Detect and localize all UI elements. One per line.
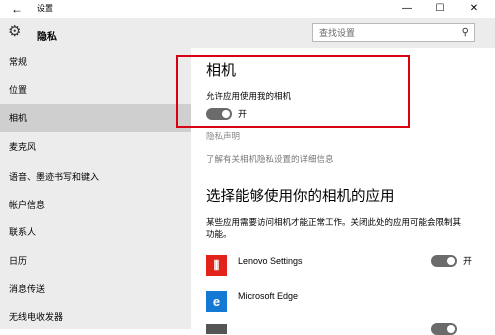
toggle-knob [447,257,455,265]
close-button[interactable]: ✕ [459,0,489,18]
toggle-knob [447,325,455,333]
privacy-statement-link[interactable]: 隐私声明 [206,131,240,141]
sidebar-item-calendar[interactable]: 日历 [0,247,191,275]
app-toggle-partial[interactable] [431,323,457,335]
lenovo-settings-toggle-state: 开 [463,256,473,266]
maximize-button[interactable]: ☐ [425,0,455,18]
minimize-button[interactable]: — [392,0,422,18]
sidebar-item-radios[interactable]: 无线电收发器 [0,303,191,331]
app-name-microsoft-edge: Microsoft Edge [238,291,299,301]
sidebar-title: 隐私 [37,32,57,43]
apps-section-description: 某些应用需要访问相机才能正常工作。关闭此处的应用可能会限制其功能。 [206,217,462,239]
gear-icon: ⚙ [8,23,22,40]
sidebar-item-contacts[interactable]: 联系人 [0,218,191,246]
app-icon-partial [206,324,227,334]
sidebar: ⚙ 隐私 常规 位置 相机 麦克风 语音、墨迹书写和键入 帐户信息 联系人 日历… [0,18,191,329]
camera-access-toggle-state: 开 [238,109,248,119]
lenovo-settings-icon: ⫴ [206,255,227,276]
page-title: 相机 [206,62,237,79]
title-bar: ← 设置 — ☐ ✕ [0,0,495,18]
sidebar-item-account-info[interactable]: 帐户信息 [0,191,191,219]
sidebar-item-messaging[interactable]: 消息传送 [0,275,191,303]
app-name-lenovo-settings: Lenovo Settings [238,256,303,266]
learn-more-link[interactable]: 了解有关相机隐私设置的详细信息 [206,154,334,164]
search-icon[interactable]: ⚲ [462,27,469,38]
sidebar-item-speech-inking-typing[interactable]: 语音、墨迹书写和键入 [0,163,191,191]
lenovo-settings-toggle[interactable] [431,255,457,267]
back-arrow-icon[interactable]: ← [11,2,23,16]
header-strip: 查找设置 ⚲ [191,18,495,48]
sidebar-item-microphone[interactable]: 麦克风 [0,133,191,161]
apps-section-heading: 选择能够使用你的相机的应用 [206,189,395,205]
camera-access-toggle[interactable] [206,108,232,120]
microsoft-edge-icon: e [206,291,227,312]
sidebar-item-camera[interactable]: 相机 [0,104,191,132]
window-title: 设置 [37,4,53,13]
search-placeholder: 查找设置 [319,28,356,38]
search-input[interactable]: 查找设置 ⚲ [312,23,475,42]
toggle-knob [222,110,230,118]
sidebar-item-general[interactable]: 常规 [0,48,191,76]
allow-camera-label: 允许应用使用我的相机 [206,91,292,101]
sidebar-item-location[interactable]: 位置 [0,76,191,104]
